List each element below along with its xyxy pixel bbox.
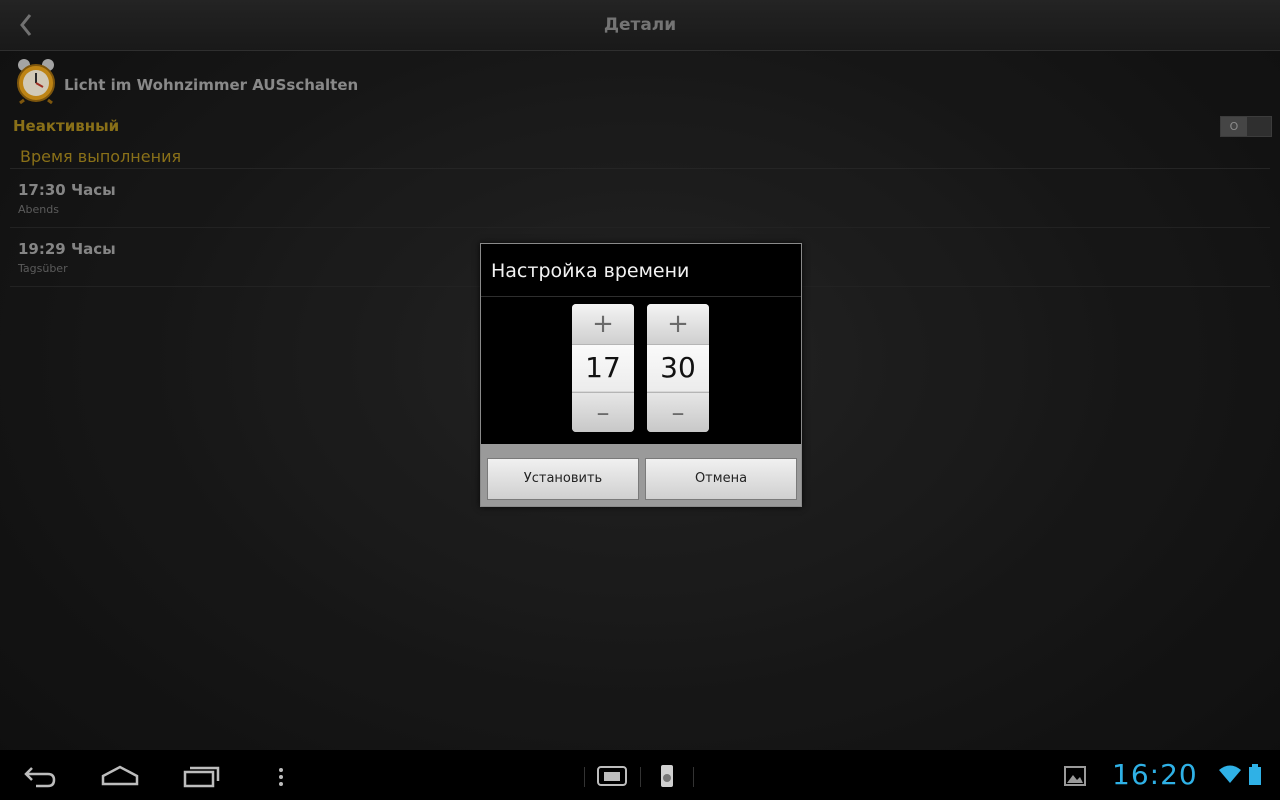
- minute-value[interactable]: 30: [647, 345, 709, 391]
- minute-picker: + 30 –: [647, 304, 709, 432]
- recent-apps-icon[interactable]: [182, 762, 222, 792]
- minute-increment-button[interactable]: +: [647, 304, 709, 345]
- hour-increment-button[interactable]: +: [572, 304, 634, 345]
- screenshot-icon[interactable]: [596, 762, 628, 792]
- nav-divider: [584, 767, 585, 787]
- dialog-title: Настройка времени: [491, 260, 690, 282]
- back-nav-icon[interactable]: [22, 762, 58, 792]
- hour-decrement-button[interactable]: –: [572, 392, 634, 432]
- time-picker-dialog: Настройка времени + 17 – + 30 – Установи…: [480, 243, 802, 507]
- dialog-divider: [481, 296, 801, 297]
- cancel-button[interactable]: Отмена: [645, 458, 797, 500]
- hour-value[interactable]: 17: [572, 345, 634, 391]
- battery-icon: [1248, 764, 1262, 790]
- minute-decrement-button[interactable]: –: [647, 392, 709, 432]
- menu-overflow-icon[interactable]: [276, 762, 286, 792]
- home-nav-icon[interactable]: [100, 762, 140, 792]
- set-button[interactable]: Установить: [487, 458, 639, 500]
- app-notification-icon[interactable]: [658, 762, 676, 792]
- system-nav-bar: 16:20: [0, 750, 1280, 800]
- nav-divider: [640, 767, 641, 787]
- status-clock[interactable]: 16:20: [1112, 758, 1198, 791]
- gallery-notification-icon[interactable]: [1064, 762, 1086, 792]
- wifi-icon: [1218, 764, 1242, 788]
- dialog-button-bar: Установить Отмена: [481, 444, 801, 506]
- hour-picker: + 17 –: [572, 304, 634, 432]
- nav-divider: [693, 767, 694, 787]
